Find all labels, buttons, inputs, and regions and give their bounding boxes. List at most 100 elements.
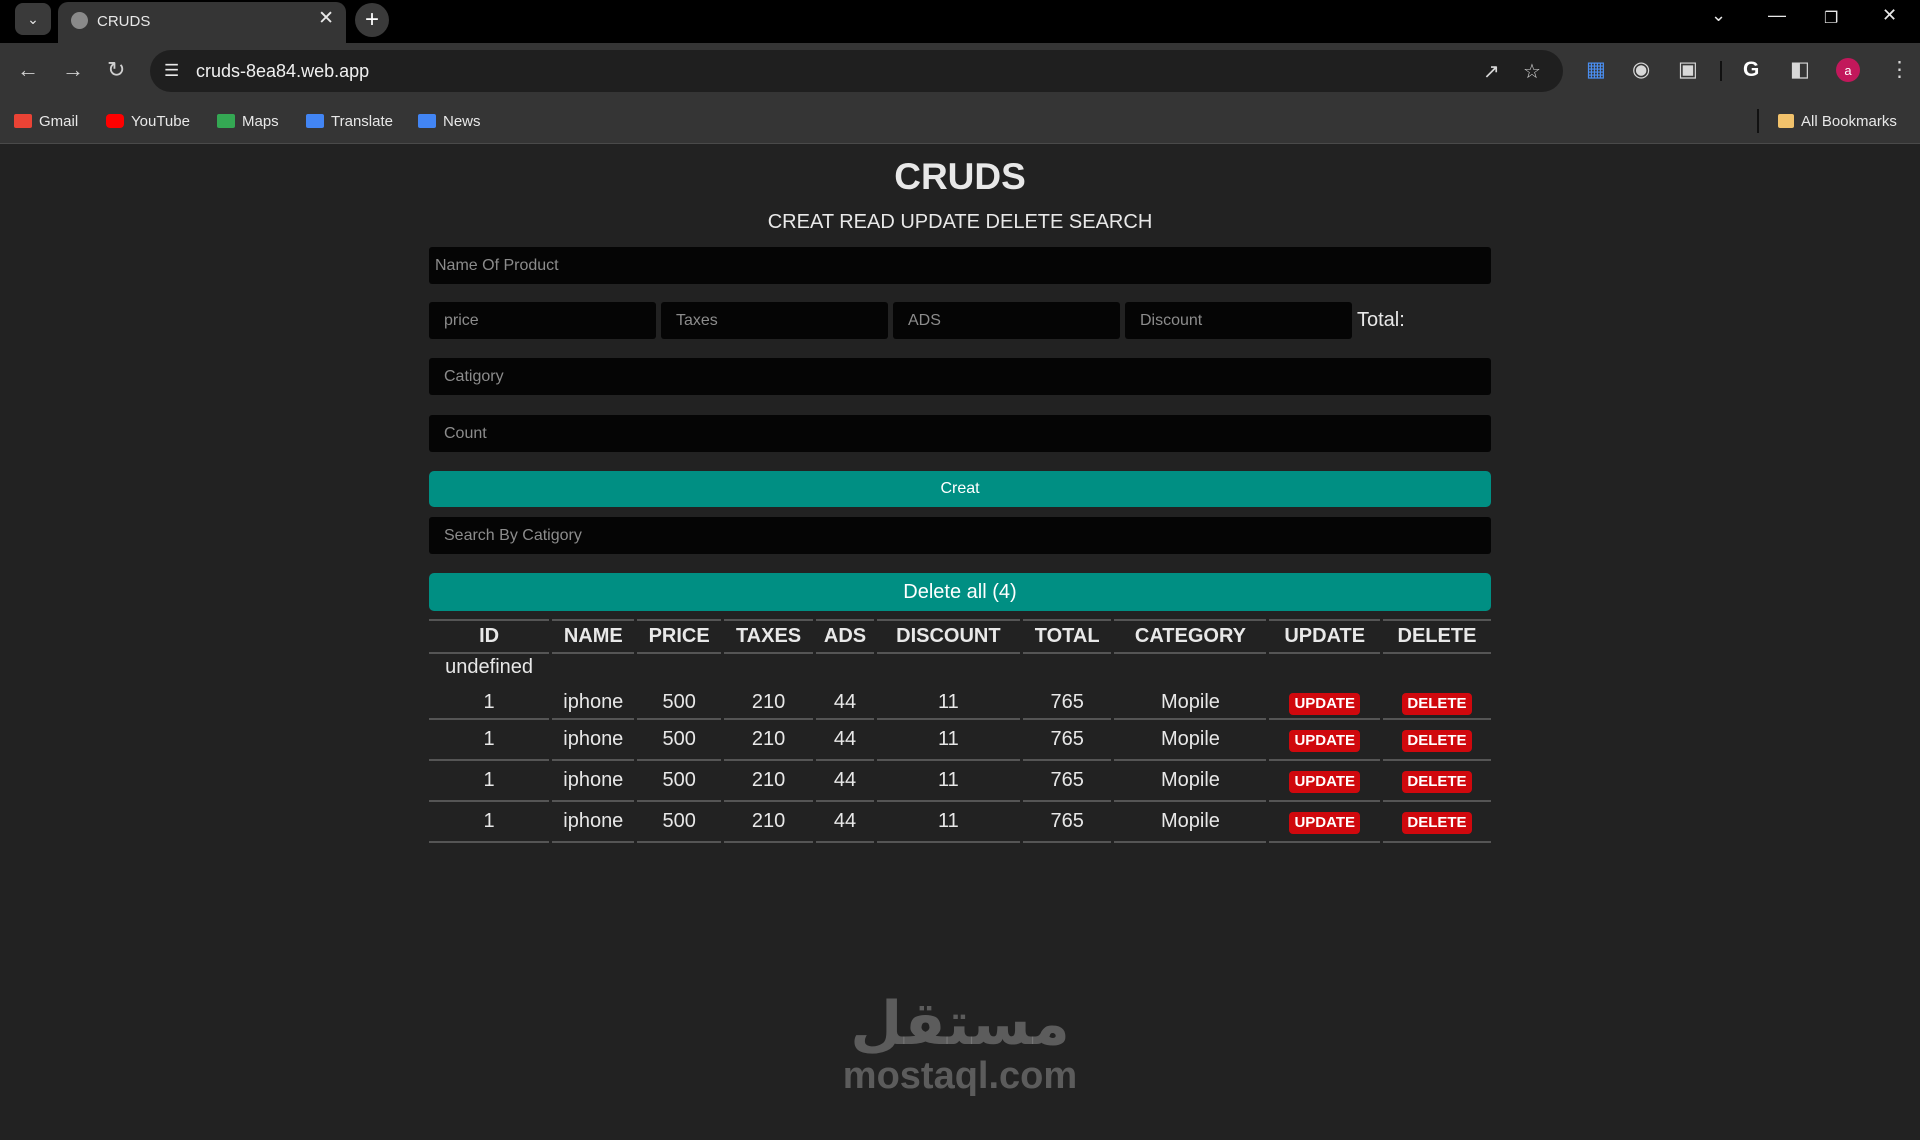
page-subtitle: CREAT READ UPDATE DELETE SEARCH <box>767 211 1153 233</box>
header-name: NAME <box>552 619 635 654</box>
cell-price: 500 <box>637 720 721 761</box>
cell-discount: 11 <box>876 687 1020 720</box>
bookmark-label: News <box>443 112 481 130</box>
cell-delete: DELETE <box>1382 761 1491 802</box>
gmail-icon <box>14 114 32 128</box>
table-row: 1 iphone 500 210 44 11 765 Mopile UPDATE… <box>429 761 1491 802</box>
update-button[interactable]: UPDATE <box>1289 729 1360 752</box>
cell-category: Mopile <box>1114 687 1267 720</box>
kebab-menu-icon[interactable]: ⋮ <box>1889 59 1910 81</box>
side-panel-icon[interactable]: ◧ <box>1790 59 1810 81</box>
header-total: TOTAL <box>1022 619 1112 654</box>
extensions-puzzle-icon[interactable]: ▣ <box>1678 59 1698 81</box>
delete-button[interactable]: DELETE <box>1402 729 1472 752</box>
cell-price: 500 <box>637 687 721 720</box>
delete-button[interactable]: DELETE <box>1402 811 1472 834</box>
translate-extension-icon[interactable]: ▦ <box>1586 59 1606 81</box>
bookmark-news[interactable]: News <box>418 108 481 134</box>
youtube-icon <box>106 114 124 128</box>
all-bookmarks-button[interactable]: All Bookmarks <box>1778 108 1897 134</box>
tab-search-button[interactable]: ⌄ <box>15 3 51 35</box>
delete-button[interactable]: DELETE <box>1402 770 1472 793</box>
discount-input[interactable] <box>1125 302 1352 339</box>
watermark-arabic: مستقل <box>850 989 1070 1059</box>
camera-extension-icon[interactable]: ◉ <box>1632 59 1650 81</box>
update-button[interactable]: UPDATE <box>1289 811 1360 834</box>
header-delete: DELETE <box>1382 619 1491 654</box>
cell-update: UPDATE <box>1269 761 1380 802</box>
bookmark-label: Maps <box>242 112 279 130</box>
minimize-icon[interactable]: — <box>1768 5 1786 26</box>
taxes-input[interactable] <box>661 302 888 339</box>
new-tab-button[interactable]: + <box>355 3 389 37</box>
browser-tab-strip: ⌄ CRUDS ✕ + ⌄ — ❐ ✕ <box>0 0 1920 43</box>
cell-update: UPDATE <box>1269 802 1380 843</box>
profile-avatar[interactable]: a <box>1836 58 1860 82</box>
ads-input[interactable] <box>893 302 1120 339</box>
back-arrow-icon[interactable]: ← <box>17 59 39 81</box>
star-icon[interactable]: ☆ <box>1523 59 1541 84</box>
globe-icon <box>71 12 88 29</box>
delete-button[interactable]: DELETE <box>1402 692 1472 715</box>
update-button[interactable]: UPDATE <box>1289 770 1360 793</box>
share-icon[interactable]: ↗ <box>1483 59 1500 84</box>
cell-id: 1 <box>429 687 550 720</box>
delete-all-button[interactable]: Delete all (4) <box>429 573 1491 611</box>
bookmark-maps[interactable]: Maps <box>217 108 279 134</box>
update-button[interactable]: UPDATE <box>1289 692 1360 715</box>
cell-name: iphone <box>552 720 635 761</box>
cell-update: UPDATE <box>1269 720 1380 761</box>
create-button[interactable]: Creat <box>429 471 1491 507</box>
bookmark-youtube[interactable]: YouTube <box>106 108 190 134</box>
cell-category: Mopile <box>1114 720 1267 761</box>
bookmark-gmail[interactable]: Gmail <box>14 108 78 134</box>
forward-arrow-icon[interactable]: → <box>62 59 84 81</box>
bookmark-translate[interactable]: Translate <box>306 108 393 134</box>
watermark-latin: mostaql.com <box>842 1055 1078 1097</box>
active-tab[interactable]: CRUDS ✕ <box>58 2 346 43</box>
cell-delete: DELETE <box>1382 720 1491 761</box>
url-text[interactable]: cruds-8ea84.web.app <box>196 61 369 82</box>
bookmark-label: Translate <box>331 112 393 130</box>
page-content: CRUDS CREAT READ UPDATE DELETE SEARCH To… <box>0 144 1920 1140</box>
total-label: Total: <box>1357 309 1405 331</box>
category-input[interactable] <box>429 358 1491 395</box>
price-input[interactable] <box>429 302 656 339</box>
table-row: 1 iphone 500 210 44 11 765 Mopile UPDATE… <box>429 687 1491 720</box>
cell-taxes: 210 <box>723 720 814 761</box>
plus-icon: + <box>364 6 379 33</box>
cell-name: iphone <box>552 687 635 720</box>
cell-category: Mopile <box>1114 761 1267 802</box>
chevron-down-icon: ⌄ <box>27 10 39 27</box>
table-row: 1 iphone 500 210 44 11 765 Mopile UPDATE… <box>429 720 1491 761</box>
tab-title: CRUDS <box>97 13 151 30</box>
site-info-icon[interactable]: ☰ <box>164 61 179 81</box>
cell-category: Mopile <box>1114 802 1267 843</box>
close-window-icon[interactable]: ✕ <box>1882 5 1897 26</box>
cell-total: 765 <box>1022 802 1112 843</box>
address-bar[interactable]: ☰ cruds-8ea84.web.app ↗ ☆ <box>150 50 1563 92</box>
search-input[interactable] <box>429 517 1491 554</box>
cell-discount: 11 <box>876 720 1020 761</box>
product-name-input[interactable] <box>429 247 1491 284</box>
cell-id: 1 <box>429 802 550 843</box>
cell-taxes: 210 <box>723 761 814 802</box>
header-ads: ADS <box>816 619 874 654</box>
browser-toolbar: ← → ↻ ☰ cruds-8ea84.web.app ↗ ☆ ▦ ◉ ▣ G … <box>0 43 1920 99</box>
cell-price: 500 <box>637 802 721 843</box>
cell-name: iphone <box>552 802 635 843</box>
cell-id: 1 <box>429 761 550 802</box>
cell-delete: DELETE <box>1382 802 1491 843</box>
google-icon[interactable]: G <box>1743 59 1759 81</box>
bookmark-label: YouTube <box>131 112 190 130</box>
bookmark-label: Gmail <box>39 112 79 130</box>
cell-update: UPDATE <box>1269 687 1380 720</box>
table-row: 1 iphone 500 210 44 11 765 Mopile UPDATE… <box>429 802 1491 843</box>
reload-icon[interactable]: ↻ <box>107 59 125 81</box>
table-header-row: ID NAME PRICE TAXES ADS DISCOUNT TOTAL C… <box>429 619 1491 654</box>
cell-ads: 44 <box>816 687 874 720</box>
close-tab-icon[interactable]: ✕ <box>318 9 334 29</box>
tab-list-chevron-icon[interactable]: ⌄ <box>1711 5 1726 26</box>
count-input[interactable] <box>429 415 1491 452</box>
restore-icon[interactable]: ❐ <box>1824 8 1838 28</box>
